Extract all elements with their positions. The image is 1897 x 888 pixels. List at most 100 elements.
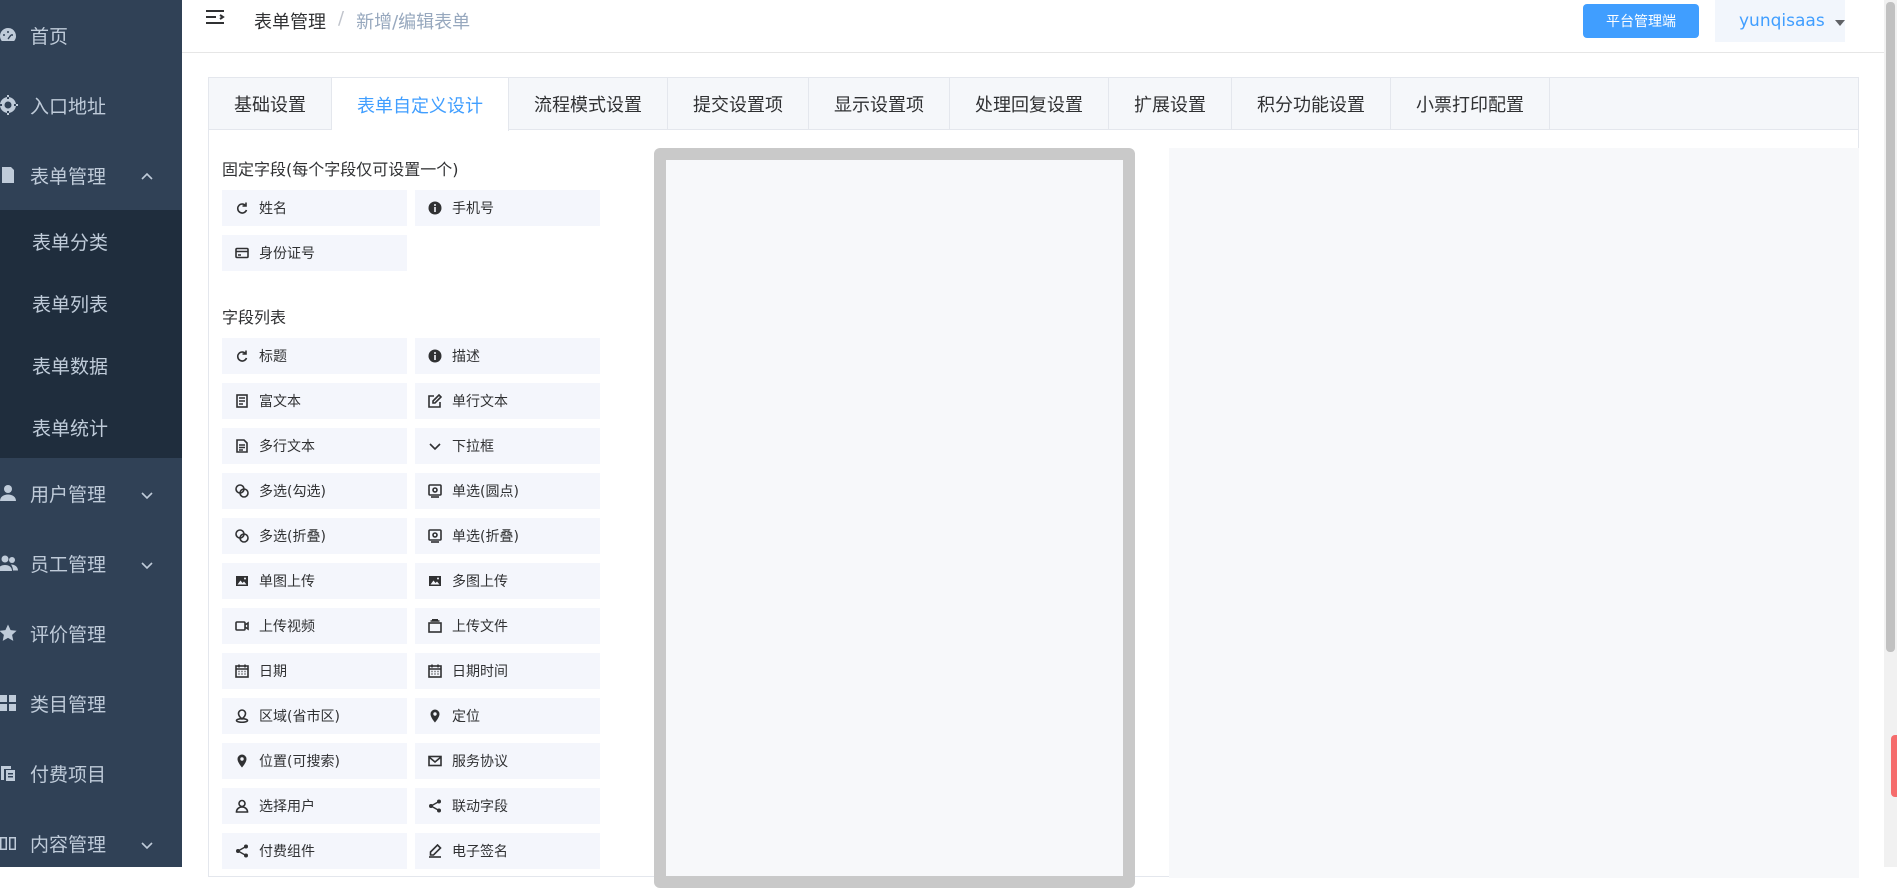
hamburger-icon[interactable]: [204, 8, 226, 30]
field-button[interactable]: 单行文本: [415, 383, 600, 419]
breadcrumb-item[interactable]: 表单管理: [254, 8, 326, 34]
field-button[interactable]: 姓名: [222, 190, 407, 226]
field-button[interactable]: 选择用户: [222, 788, 407, 824]
field-button[interactable]: 上传文件: [415, 608, 600, 644]
location-search-icon: [235, 754, 249, 768]
field-button[interactable]: 区域(省市区): [222, 698, 407, 734]
field-button[interactable]: 下拉框: [415, 428, 600, 464]
platform-admin-button[interactable]: 平台管理端: [1583, 4, 1699, 38]
username: yunqisaas: [1739, 11, 1825, 31]
field-button[interactable]: 定位: [415, 698, 600, 734]
field-palette: 固定字段(每个字段仅可设置一个) 姓名 手机号 身份证号 字段列表 标题 描述 富文本单…: [222, 156, 622, 878]
region-icon: [235, 709, 249, 723]
video-icon: [235, 619, 249, 633]
field-button[interactable]: 上传视频: [222, 608, 407, 644]
field-button[interactable]: 日期: [222, 653, 407, 689]
phone-preview-canvas[interactable]: [666, 160, 1123, 876]
sidebar-item-form-management[interactable]: 表单管理: [0, 140, 182, 210]
sidebar-item-staff-management[interactable]: 员工管理: [0, 528, 182, 598]
field-list-grid: 标题 描述 富文本 单行文本多行文本 下拉框多选(勾选) 单选(圆点) 多选(折叠) 单选(折…: [222, 338, 622, 878]
sidebar-subitem-form-category[interactable]: 表单分类: [0, 210, 182, 272]
field-button[interactable]: 联动字段: [415, 788, 600, 824]
field-button[interactable]: 日期时间: [415, 653, 600, 689]
tab-5[interactable]: 显示设置项: [809, 78, 950, 130]
sidebar-item-label: 用户管理: [30, 483, 107, 506]
sidebar-item-user-management[interactable]: 用户管理: [0, 458, 182, 528]
field-button-label: 身份证号: [259, 246, 315, 262]
field-button[interactable]: 标题: [222, 338, 407, 374]
tab-bar: 基础设置 表单自定义设计 流程模式设置 提交设置项 显示设置项 处理回复设置 扩展设置 积分功…: [209, 78, 1858, 131]
sidebar-item-paid-items[interactable]: 付费项目: [0, 738, 182, 808]
category-icon: [0, 693, 30, 713]
sidebar-item-content-management[interactable]: 内容管理: [0, 808, 182, 867]
sidebar-item-category-management[interactable]: 类目管理: [0, 668, 182, 738]
sidebar-item-label: 内容管理: [30, 833, 107, 856]
refresh-icon: [235, 349, 249, 363]
staff-icon: [0, 553, 30, 573]
chevron-down-icon: [140, 485, 154, 500]
field-button-label: 付费组件: [259, 844, 315, 860]
sidebar-item-entry[interactable]: 入口地址: [0, 70, 182, 140]
field-button[interactable]: 手机号: [415, 190, 600, 226]
star-icon: [0, 623, 30, 643]
field-button[interactable]: 电子签名: [415, 833, 600, 869]
signature-icon: [428, 844, 442, 858]
side-float-widget[interactable]: [1891, 735, 1897, 797]
field-button[interactable]: 单选(折叠): [415, 518, 600, 554]
fixed-fields-grid: 姓名 手机号身份证号: [222, 190, 622, 280]
sidebar-subitem-form-stats[interactable]: 表单统计: [0, 396, 182, 458]
field-button[interactable]: 多行文本: [222, 428, 407, 464]
field-button[interactable]: 描述: [415, 338, 600, 374]
paid-icon: [0, 763, 30, 783]
tab-1[interactable]: 基础设置: [209, 78, 332, 130]
field-button-label: 单选(折叠): [452, 529, 519, 545]
sidebar: 首页 入口地址 表单管理 表单分类 表单列表 表单数据 表单统计 用户管理 员工…: [0, 0, 182, 867]
tab-9[interactable]: 小票打印配置: [1391, 78, 1550, 130]
form-design-card: 基础设置 表单自定义设计 流程模式设置 提交设置项 显示设置项 处理回复设置 扩展设置 积分功…: [208, 77, 1859, 888]
tab-7[interactable]: 扩展设置: [1109, 78, 1232, 130]
field-button[interactable]: 单选(圆点): [415, 473, 600, 509]
tab-4[interactable]: 提交设置项: [668, 78, 809, 130]
tab-6[interactable]: 处理回复设置: [950, 78, 1109, 130]
field-button-label: 上传视频: [259, 619, 315, 635]
radio-icon: [428, 484, 442, 498]
user-dropdown[interactable]: yunqisaas: [1715, 0, 1845, 42]
entry-icon: [0, 95, 30, 115]
field-button[interactable]: 多图上传: [415, 563, 600, 599]
main-area: 表单管理 / 新增/编辑表单 平台管理端 yunqisaas 基础设置 表单自定义…: [182, 0, 1897, 888]
form-icon: [0, 165, 30, 185]
scrollbar-thumb[interactable]: [1886, 2, 1895, 652]
sidebar-subitem-form-list[interactable]: 表单列表: [0, 272, 182, 334]
multi-check-icon: [235, 484, 249, 498]
field-button[interactable]: 位置(可搜索): [222, 743, 407, 779]
info-icon: [428, 349, 442, 363]
sidebar-item-label: 评价管理: [30, 623, 107, 646]
breadcrumb-current: 新增/编辑表单: [356, 12, 471, 33]
field-button[interactable]: 多选(勾选): [222, 473, 407, 509]
field-button[interactable]: 单图上传: [222, 563, 407, 599]
field-button-label: 手机号: [452, 201, 494, 217]
field-button-label: 姓名: [259, 201, 287, 217]
field-button[interactable]: 富文本: [222, 383, 407, 419]
navbar: 表单管理 / 新增/编辑表单 平台管理端 yunqisaas: [182, 0, 1897, 53]
calendar-time-icon: [428, 664, 442, 678]
field-button[interactable]: 身份证号: [222, 235, 407, 271]
field-button-label: 定位: [452, 709, 480, 725]
tab-3[interactable]: 流程模式设置: [509, 78, 668, 130]
sidebar-subitem-form-data[interactable]: 表单数据: [0, 334, 182, 396]
tab-2[interactable]: 表单自定义设计: [332, 78, 509, 131]
fixed-fields-title: 固定字段(每个字段仅可设置一个): [222, 160, 459, 179]
field-button-label: 区域(省市区): [259, 709, 340, 725]
edit-icon: [428, 394, 442, 408]
field-button[interactable]: 服务协议: [415, 743, 600, 779]
sidebar-item-review-management[interactable]: 评价管理: [0, 598, 182, 668]
user-icon: [0, 483, 30, 503]
tab-8[interactable]: 积分功能设置: [1232, 78, 1391, 130]
field-button[interactable]: 付费组件: [222, 833, 407, 869]
sidebar-item-label: 类目管理: [30, 693, 107, 716]
image-icon: [235, 574, 249, 588]
field-button[interactable]: 多选(折叠): [222, 518, 407, 554]
sidebar-item-home[interactable]: 首页: [0, 0, 182, 70]
field-button-label: 多选(勾选): [259, 484, 326, 500]
field-button-label: 单行文本: [452, 394, 508, 410]
